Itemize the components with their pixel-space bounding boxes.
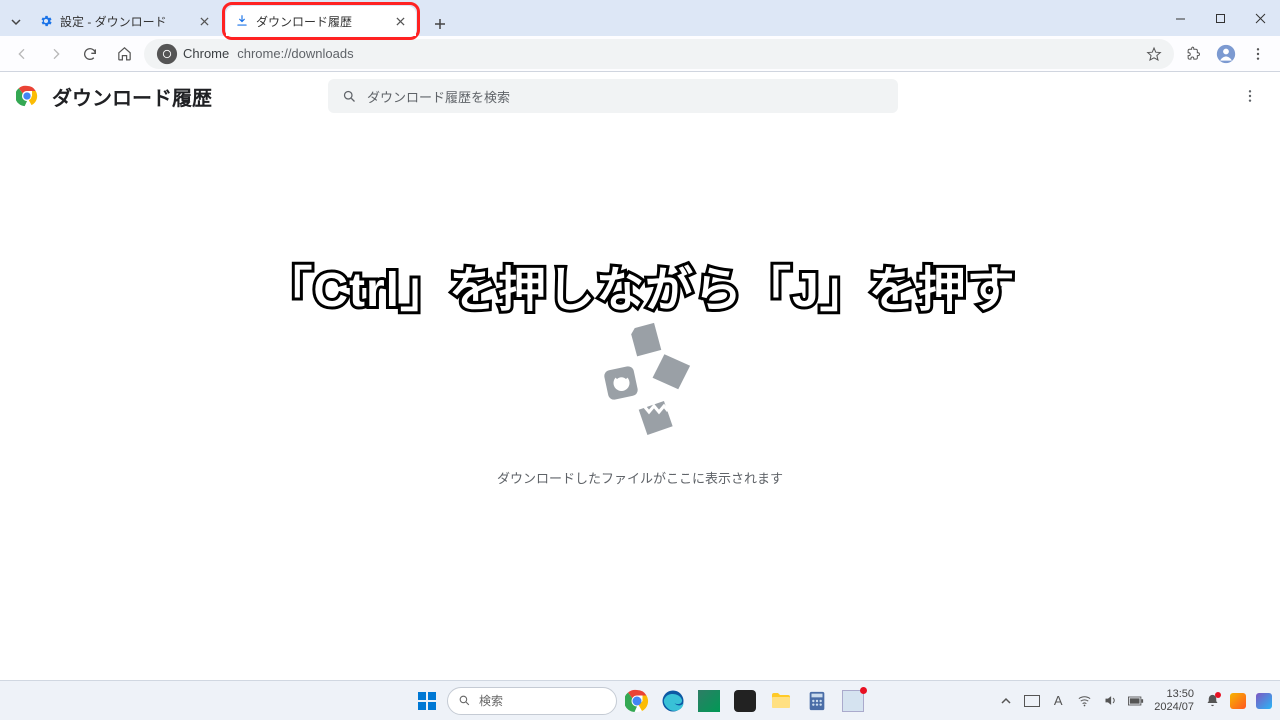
chevron-down-icon [11,17,21,27]
arrow-right-icon [48,46,64,62]
system-tray: A 13:50 2024/07 [998,688,1272,713]
tab-settings-downloads[interactable]: 設定 - ダウンロード [30,6,220,36]
maximize-icon [1215,13,1226,24]
close-icon [200,17,209,26]
clock-date: 2024/07 [1154,701,1194,714]
search-icon [458,694,471,707]
chrome-icon [156,43,178,65]
search-placeholder: ダウンロード履歴を検索 [367,87,510,106]
extensions-area [1180,40,1272,68]
window-minimize-button[interactable] [1160,2,1200,34]
tray-app-1[interactable] [1230,693,1246,709]
tray-input-mode[interactable]: A [1050,693,1066,709]
bookmark-button[interactable] [1146,46,1162,62]
windows-taskbar: 検索 A 13:50 2024/07 [0,680,1280,720]
nav-back-button[interactable] [8,40,36,68]
tray-wifi-button[interactable] [1076,693,1092,709]
taskbar-app-edge[interactable] [657,685,689,717]
notification-dot-icon [1215,692,1221,698]
chrome-logo-icon [16,85,38,107]
site-chip: Chrome [156,43,229,65]
downloads-search-box[interactable]: ダウンロード履歴を検索 [328,79,898,113]
kebab-icon [1250,46,1266,62]
window-close-button[interactable] [1240,2,1280,34]
clock-time: 13:50 [1154,688,1194,701]
downloads-content: 「Ctrl」を押しながら「J」を押す ダウンロードしたファイルがここに表示されま… [0,120,1280,680]
omnibox[interactable]: Chrome chrome://downloads [144,39,1174,69]
tab-title: 設定 - ダウンロード [60,13,190,30]
profile-button[interactable] [1212,40,1240,68]
windows-icon [417,691,437,711]
empty-state-message: ダウンロードしたファイルがここに表示されます [0,468,1280,487]
taskbar-app-chrome[interactable] [621,685,653,717]
kebab-icon [1242,88,1258,104]
taskbar-search-placeholder: 検索 [479,692,503,709]
speaker-icon [1103,693,1118,708]
nav-home-button[interactable] [110,40,138,68]
home-icon [116,45,133,62]
nav-reload-button[interactable] [76,40,104,68]
close-icon [1255,13,1266,24]
tab-download-history[interactable]: ダウンロード履歴 [226,6,416,36]
notification-dot-icon [860,687,867,694]
extensions-button[interactable] [1180,40,1208,68]
tray-battery-button[interactable] [1128,693,1144,709]
page-title: ダウンロード履歴 [52,82,212,111]
chrome-icon [625,689,649,713]
site-chip-label: Chrome [183,46,229,61]
folder-icon [769,689,793,713]
chevron-up-icon [1001,696,1011,706]
taskbar-app-generic-2[interactable] [729,685,761,717]
search-icon [342,89,357,104]
browser-tab-strip: 設定 - ダウンロード ダウンロード履歴 [0,0,1280,36]
minimize-icon [1175,13,1186,24]
arrow-left-icon [14,46,30,62]
browser-toolbar: Chrome chrome://downloads [0,36,1280,72]
taskbar-app-explorer[interactable] [765,685,797,717]
downloads-page-header: ダウンロード履歴 ダウンロード履歴を検索 [0,72,1280,120]
tray-volume-button[interactable] [1102,693,1118,709]
tray-app-2[interactable] [1256,693,1272,709]
star-icon [1146,46,1162,62]
chrome-menu-button[interactable] [1244,40,1272,68]
instruction-overlay: 「Ctrl」を押しながら「J」を押す [0,250,1280,320]
tab-title: ダウンロード履歴 [256,13,386,30]
tab-close-button[interactable] [196,13,212,29]
new-tab-button[interactable] [428,12,452,36]
avatar-icon [1216,44,1236,64]
keyboard-icon [1024,695,1040,707]
gear-icon [38,13,54,29]
tabs-dropdown-button[interactable] [6,8,26,36]
wifi-icon [1077,693,1092,708]
window-controls [1160,0,1280,36]
puzzle-icon [1186,45,1203,62]
taskbar-app-generic-1[interactable] [693,685,725,717]
empty-state-illustration [580,320,700,440]
start-button[interactable] [411,685,443,717]
tray-overflow-button[interactable] [998,693,1014,709]
plus-icon [434,18,446,30]
window-maximize-button[interactable] [1200,2,1240,34]
downloads-menu-button[interactable] [1236,82,1264,110]
omnibox-url: chrome://downloads [237,46,353,61]
tray-ime-button[interactable] [1024,693,1040,709]
close-icon [396,17,405,26]
calculator-icon [806,690,828,712]
battery-icon [1128,695,1144,707]
tray-clock[interactable]: 13:50 2024/07 [1154,688,1194,713]
tab-close-button[interactable] [392,13,408,29]
taskbar-app-generic-3[interactable] [837,685,869,717]
taskbar-search[interactable]: 検索 [447,687,617,715]
taskbar-app-calculator[interactable] [801,685,833,717]
reload-icon [82,46,98,62]
download-icon [234,13,250,29]
tray-notifications-button[interactable] [1204,693,1220,709]
nav-forward-button[interactable] [42,40,70,68]
edge-icon [661,689,685,713]
